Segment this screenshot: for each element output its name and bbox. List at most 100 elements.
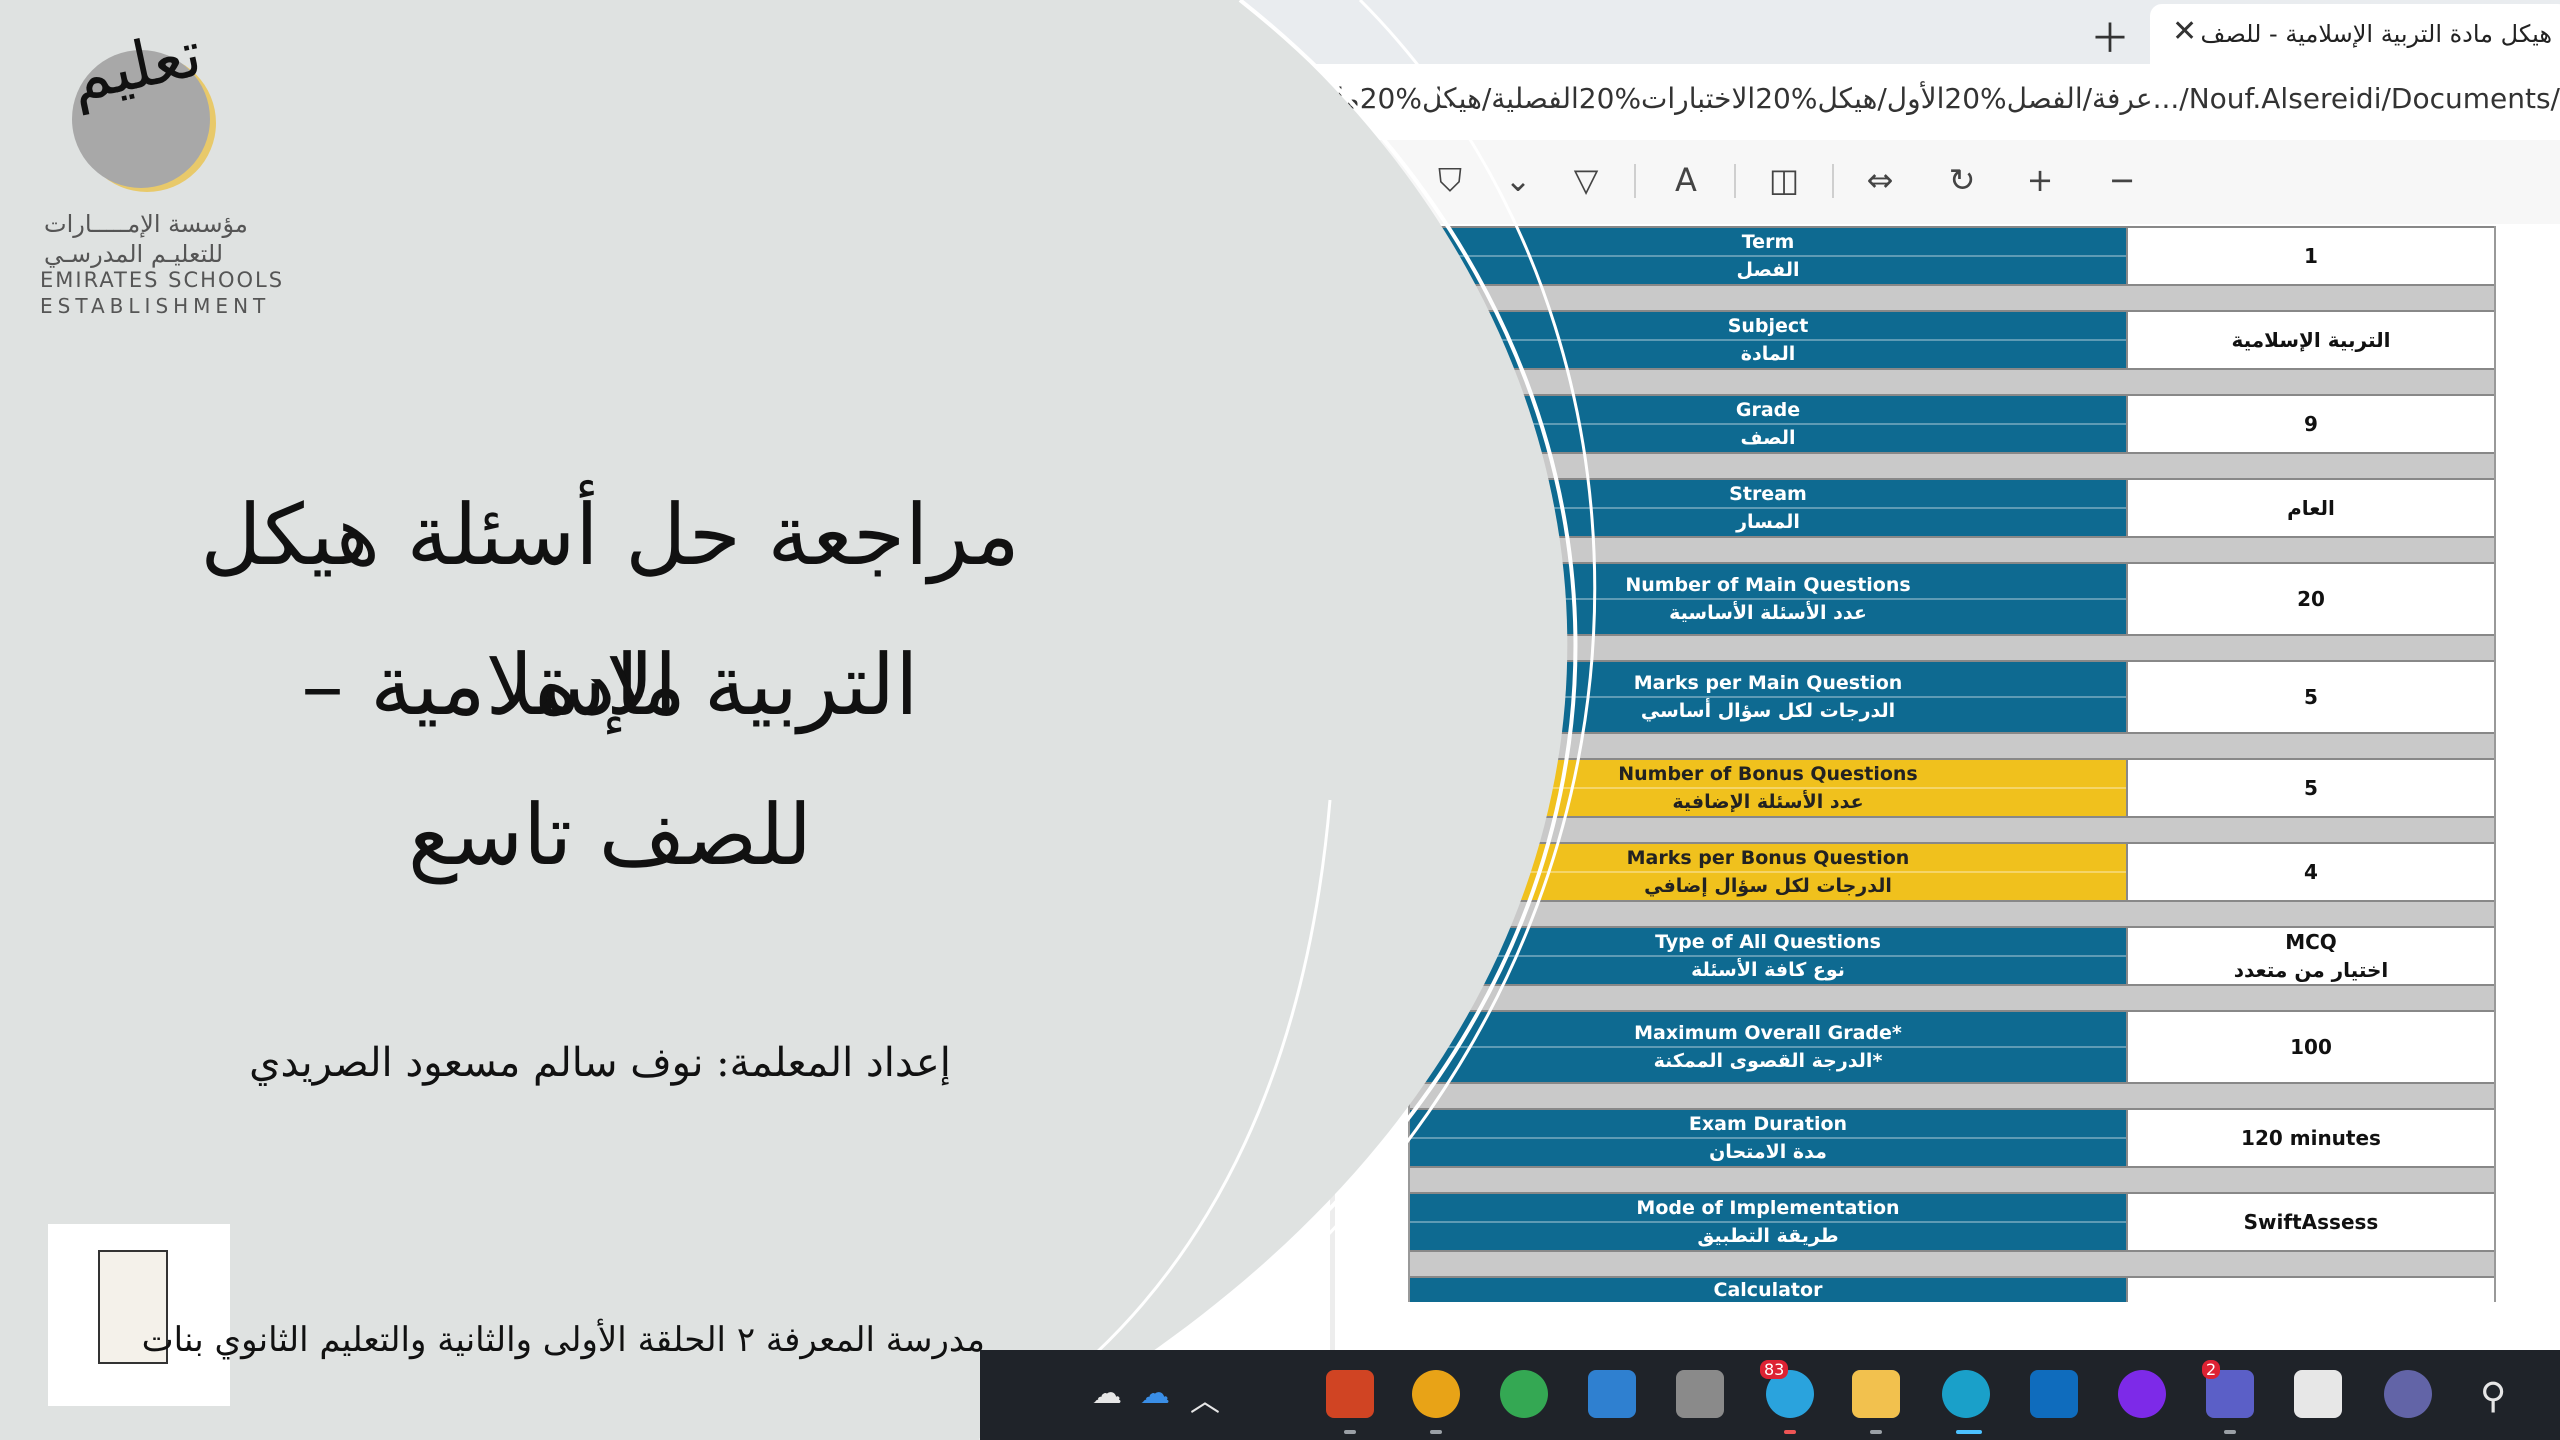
- row-value-text: 100: [2290, 1035, 2332, 1059]
- row-value: 100: [2126, 1012, 2494, 1082]
- zoom-in-icon[interactable]: +: [2018, 158, 2062, 202]
- chevron-down-icon[interactable]: ⌄: [1496, 158, 1540, 202]
- table-row: Grade الصف 9: [1410, 394, 2494, 452]
- row-label: Maximum Overall Grade* الدرجة القصوى المم…: [1410, 1012, 2126, 1082]
- chrome-icon[interactable]: [1500, 1370, 1548, 1418]
- row-value-text: SwiftAssess: [2243, 1210, 2379, 1234]
- table-spacer: [1410, 984, 2494, 1010]
- address-text: عرفة/الفصل%20الأول/هيكل%20الاختبارات%20ا…: [1206, 82, 2560, 115]
- running-indicator: [1870, 1430, 1882, 1434]
- school-logo-badge: [48, 1224, 230, 1406]
- rotate-icon[interactable]: ↻: [1940, 158, 1984, 202]
- teams-badge: 2: [2202, 1360, 2221, 1379]
- row-value: MCQ اختيار من متعدد: [2126, 928, 2494, 984]
- table-spacer: [1410, 368, 2494, 394]
- row-label-en: Marks per Main Question: [1633, 672, 1903, 694]
- row-label: Marks per Main Question الدرجات لكل سؤال …: [1410, 662, 2126, 732]
- row-label-ar: عدد الأسئلة الإضافية: [1410, 787, 2126, 815]
- slide-title-line-3: للصف تاسع: [408, 786, 812, 884]
- highlight-icon[interactable]: ⛉: [1428, 158, 1472, 202]
- new-tab-icon[interactable]: ＋: [2090, 6, 2130, 64]
- row-label: Marks per Bonus Question الدرجات لكل سؤال…: [1410, 844, 2126, 900]
- fit-width-icon[interactable]: ⇔: [1858, 158, 1902, 202]
- row-label-en: Term: [1741, 231, 1795, 253]
- row-value: 4: [2126, 844, 2494, 900]
- running-indicator: [1430, 1430, 1442, 1434]
- org-name-en-2: ESTABLISHMENT: [40, 294, 271, 318]
- row-value: 120 minutes: [2126, 1110, 2494, 1166]
- row-value: العام: [2126, 480, 2494, 536]
- row-value: 5: [2126, 760, 2494, 816]
- row-value: SwiftAssess: [2126, 1194, 2494, 1250]
- row-value: 9: [2126, 396, 2494, 452]
- row-label: Mode of Implementation طريقة التطبيق: [1410, 1194, 2126, 1250]
- page-view-icon[interactable]: ◫: [1762, 158, 1806, 202]
- outlook-icon[interactable]: [2030, 1370, 2078, 1418]
- draw-icon[interactable]: ▽: [1564, 158, 1608, 202]
- row-value: التربية الإسلامية: [2126, 312, 2494, 368]
- store-icon[interactable]: [2294, 1370, 2342, 1418]
- row-value-text: 1: [2304, 244, 2318, 268]
- chrome-profile-icon[interactable]: [1412, 1370, 1460, 1418]
- table-row: Term الفصل 1: [1410, 226, 2494, 284]
- table-spacer: [1410, 634, 2494, 660]
- row-value-text: 5: [2304, 776, 2318, 800]
- row-label-en: Subject: [1727, 315, 1809, 337]
- table-row: Mode of Implementation طريقة التطبيق Swift…: [1410, 1192, 2494, 1250]
- table-row: Marks per Bonus Question الدرجات لكل سؤال…: [1410, 842, 2494, 900]
- active-indicator: [1956, 1430, 1982, 1434]
- row-label-en: Stream: [1729, 483, 1807, 505]
- browser-tab[interactable]: ✕ هيكل مادة التربية الإسلامية - للصف: [2150, 4, 2560, 64]
- running-indicator: [2224, 1430, 2236, 1434]
- row-label-ar: الدرجة القصوى الممكنة*: [1410, 1046, 2126, 1074]
- tab-bar: ＋ ✕ هيكل مادة التربية الإسلامية - للصف: [0, 0, 2560, 64]
- row-label-ar: عدد الأسئلة الأساسية: [1410, 598, 2126, 626]
- row-label-ar: الدرجات لكل سؤال إضافي: [1410, 871, 2126, 899]
- tray-chevron-icon[interactable]: ︿: [1190, 1376, 1220, 1420]
- close-tab-icon[interactable]: ✕: [2172, 14, 2197, 49]
- row-label: Exam Duration مدة الامتحان: [1410, 1110, 2126, 1166]
- row-label-ar: مدة الامتحان: [1410, 1137, 2126, 1165]
- row-value: 20: [2126, 564, 2494, 634]
- table-row: Stream المسار العام: [1410, 478, 2494, 536]
- address-bar[interactable]: عرفة/الفصل%20الأول/هيكل%20الاختبارات%20ا…: [0, 64, 2560, 141]
- read-aloud-icon[interactable]: A: [1664, 158, 1708, 202]
- org-name-ar-2: للتعليـم المدرسـي: [44, 240, 224, 268]
- canva-icon[interactable]: [2118, 1370, 2166, 1418]
- row-label-en: Number of Bonus Questions: [1618, 763, 1918, 785]
- row-label: Term الفصل: [1410, 228, 2126, 284]
- row-value-text-2: اختيار من متعدد: [2233, 958, 2389, 982]
- row-label-en: Mode of Implementation: [1636, 1197, 1900, 1219]
- slide-title-line-2: التربية الإسلامية –: [301, 636, 919, 734]
- running-indicator: [1344, 1430, 1356, 1434]
- row-value-text: 9: [2304, 412, 2318, 436]
- row-label-ar: طريقة التطبيق: [1410, 1221, 2126, 1249]
- row-value-text: العام: [2287, 496, 2335, 520]
- row-label: Grade الصف: [1410, 396, 2126, 452]
- scanner-icon[interactable]: [1676, 1370, 1724, 1418]
- chat-icon[interactable]: [2384, 1370, 2432, 1418]
- table-row: Maximum Overall Grade* الدرجة القصوى المم…: [1410, 1010, 2494, 1082]
- row-label-en: Grade: [1735, 399, 1801, 421]
- notepad-icon[interactable]: [1588, 1370, 1636, 1418]
- edge-icon[interactable]: [1942, 1370, 1990, 1418]
- powerpoint-icon[interactable]: [1326, 1370, 1374, 1418]
- table-spacer: [1410, 1250, 2494, 1276]
- school-name: مدرسة المعرفة ٢ الحلقة الأولى والثانية و…: [141, 1320, 985, 1360]
- row-label-ar: الفصل: [1410, 255, 2126, 283]
- row-label: Stream المسار: [1410, 480, 2126, 536]
- row-label-ar: المسار: [1410, 507, 2126, 535]
- chevron-down-icon[interactable]: ⌄: [1360, 158, 1404, 202]
- table-spacer: [1410, 900, 2494, 926]
- taskbar: ☁ ☁ ︿ 83 2 ⚲: [980, 1350, 2560, 1440]
- zoom-out-icon[interactable]: −: [2100, 158, 2144, 202]
- file-explorer-icon[interactable]: [1852, 1370, 1900, 1418]
- onedrive-blue-icon[interactable]: ☁: [1140, 1376, 1170, 1411]
- table-row: Subject المادة التربية الإسلامية: [1410, 310, 2494, 368]
- org-name-ar-1: مؤسسة الإمـــــارات: [44, 210, 248, 238]
- table-row: Calculator: [1410, 1276, 2494, 1302]
- row-label-en: Maximum Overall Grade*: [1634, 1022, 1902, 1044]
- onedrive-icon[interactable]: ☁: [1092, 1376, 1122, 1411]
- search-icon[interactable]: ⚲: [2480, 1376, 2506, 1417]
- table-row: Exam Duration مدة الامتحان 120 minutes: [1410, 1108, 2494, 1166]
